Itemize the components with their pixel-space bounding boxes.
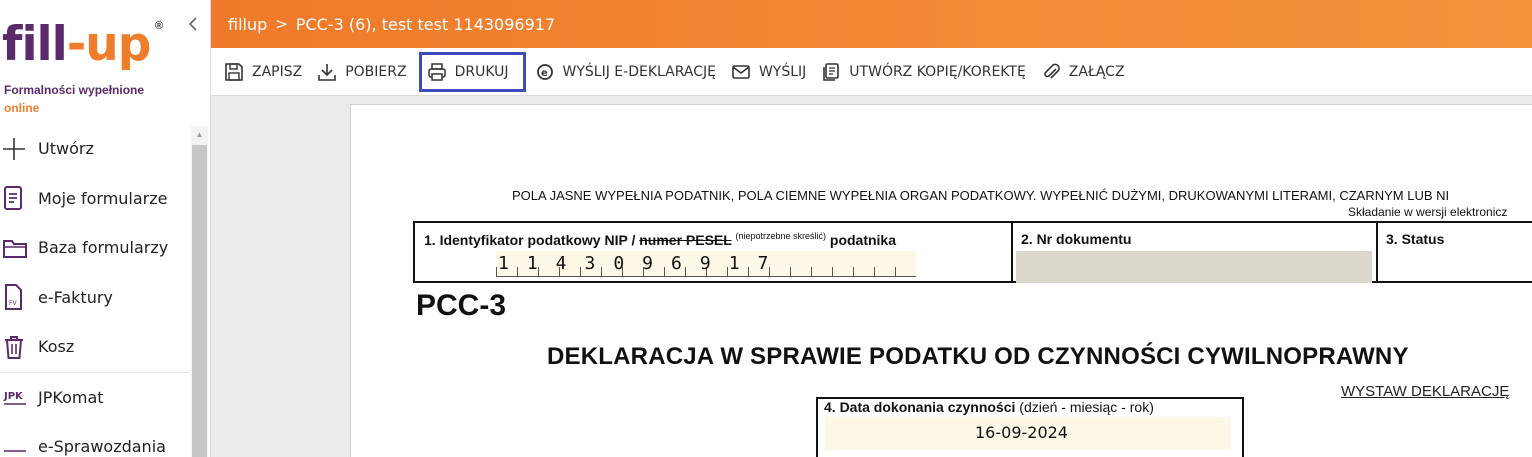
sidebar-item-trash[interactable]: Kosz [0,322,189,372]
sidebar-item-label: Moje formularze [38,188,168,208]
sidebar-item-label: e-Sprawozdania [38,437,166,457]
field-3-label: 3. Status [1386,231,1445,247]
field-4-hint: (dzień - miesiąc - rok) [1019,399,1154,415]
download-icon [318,63,337,81]
field-4-label-text: 4. Data dokonania czynności [824,399,1016,415]
sidebar-nav: Utwórz Moje formularze Baza formularzy F… [0,124,189,457]
jpk-icon: JPK [0,385,38,409]
trash-icon [0,334,38,360]
save-button-label: ZAPISZ [252,63,303,80]
folder-icon [0,236,38,260]
field-1-strikethrough: numer PESEL [639,232,732,248]
svg-text:e: e [541,68,548,79]
scroll-up-arrow-icon[interactable]: ▲ [191,126,208,142]
breadcrumb-current: PCC-3 (6), test test 1143096917 [295,14,556,34]
copy-correction-button[interactable]: UTWÓRZ KOPIĘ/KOREKTĘ [818,52,1032,92]
field-2-label: 2. Nr dokumentu [1021,231,1132,247]
nip-value: 1143096917 [498,253,787,274]
download-button-label: POBIERZ [345,63,407,80]
breadcrumb-separator: > [275,15,288,33]
sidebar: fill-up ® Formalności wypełnione online … [0,0,211,457]
send-button-label: WYŚLIJ [758,63,807,80]
tagline-line2: online [4,101,40,115]
activity-date-value: 16-09-2024 [975,423,1068,442]
tagline-line1: Formalności wypełnione [4,83,145,97]
sidebar-item-invoices[interactable]: FV e-Faktury [0,273,189,323]
chevron-left-icon[interactable] [188,16,198,36]
send-edeclaration-button[interactable]: e WYŚLIJ E-DEKLARACJĘ [532,52,722,92]
tagline: Formalności wypełnione online [4,81,144,117]
send-edeclaration-label: WYŚLIJ E-DEKLARACJĘ [562,63,716,80]
download-button[interactable]: POBIERZ [314,52,412,92]
electronic-submission-note: Składanie w wersji elektronicz [1348,205,1508,219]
field-1-suffix: podatnika [829,232,897,248]
toolbar: ZAPISZ POBIERZ DRUKUJ e WYŚLIJ E-DEKLARA… [211,48,1532,96]
copy-correction-label: UTWÓRZ KOPIĘ/KOREKTĘ [849,63,1026,80]
svg-text:FV: FV [9,300,17,307]
sidebar-item-forms-database[interactable]: Baza formularzy [0,223,189,273]
logo-dash-text: - [66,17,86,72]
registered-mark: ® [155,20,164,32]
field-1-hint: (niepotrzebne skreślić) [735,231,826,241]
sidebar-item-my-forms[interactable]: Moje formularze [0,174,189,224]
sidebar-item-jpkomat[interactable]: JPK JPKomat [0,373,189,423]
send-button[interactable]: WYŚLIJ [728,52,812,92]
field-4-label: 4. Data dokonania czynności (dzień - mie… [824,399,1154,415]
field-1-label: 1. Identyfikator podatkowy NIP / numer P… [424,231,896,248]
logo-up-text: up [85,17,151,72]
logo[interactable]: fill-up [2,17,151,72]
logo-fill-text: fill [2,17,68,72]
save-button[interactable]: ZAPISZ [221,52,308,92]
sidebar-item-label: Kosz [38,337,75,357]
declaration-document: POLA JASNE WYPEŁNIA PODATNIK, POLA CIEMN… [350,104,1532,457]
printer-icon [427,62,446,81]
sidebar-item-label: Baza formularzy [38,238,169,258]
breadcrumb-root[interactable]: fillup [228,15,267,34]
document-list-icon [0,185,38,211]
scroll-thumb[interactable] [192,145,207,457]
print-button[interactable]: DRUKUJ [418,51,526,92]
paperclip-icon [1044,63,1060,79]
envelope-icon [732,64,750,79]
issue-declaration-link[interactable]: WYSTAW DEKLARACJĘ [1341,383,1509,400]
sidebar-scrollbar[interactable]: ▲ [191,126,208,457]
print-button-label: DRUKUJ [454,63,509,80]
attach-button-label: ZAŁĄCZ [1068,63,1125,80]
attach-button[interactable]: ZAŁĄCZ [1038,52,1131,92]
floppy-disk-icon [225,62,243,81]
copy-document-icon [823,62,840,81]
svg-text:JPK: JPK [3,391,24,402]
top-bar: fillup > PCC-3 (6), test test 1143096917 [211,0,1532,48]
document-number-field [1016,251,1372,283]
plus-icon [0,137,38,161]
sidebar-item-create[interactable]: Utwórz [0,124,189,174]
sidebar-item-e-reports[interactable]: e-Sprawozdania [0,422,189,457]
declaration-title: DEKLARACJA W SPRAWIE PODATKU OD CZYNNOŚC… [547,343,1409,370]
report-icon [0,435,38,457]
sidebar-item-label: e-Faktury [38,287,113,307]
invoice-icon: FV [0,283,38,311]
fill-instruction-notice: POLA JASNE WYPEŁNIA PODATNIK, POLA CIEMN… [512,188,1450,203]
field-1-prefix: 1. Identyfikator podatkowy NIP / [424,232,640,248]
e-declaration-icon: e [536,63,553,80]
sidebar-item-label: JPKomat [38,387,104,407]
sidebar-item-label: Utwórz [38,139,94,159]
form-code: PCC-3 [416,289,507,322]
